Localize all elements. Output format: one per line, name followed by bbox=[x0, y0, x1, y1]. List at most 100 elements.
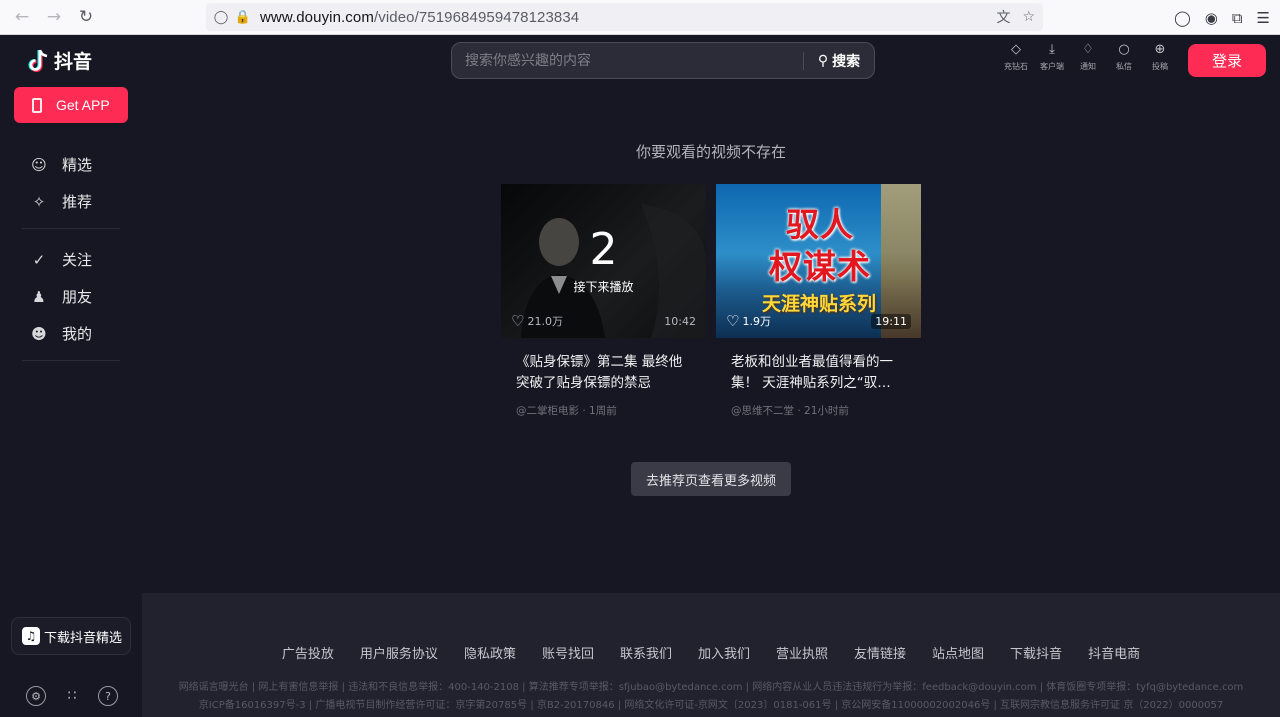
help-icon[interactable]: ? bbox=[98, 686, 118, 706]
thumbnail-subtitle: 天涯神贴系列 bbox=[761, 293, 876, 315]
sidebar-item-mine[interactable]: ☻ 我的 bbox=[22, 315, 120, 352]
back-icon[interactable]: ← bbox=[6, 1, 38, 33]
douyin-logo[interactable]: 抖音 bbox=[28, 47, 92, 74]
more-videos-button[interactable]: 去推荐页查看更多视频 bbox=[631, 462, 791, 496]
reload-icon[interactable]: ↻ bbox=[70, 1, 102, 33]
forward-icon[interactable]: → bbox=[38, 1, 70, 33]
video-time: 1周前 bbox=[589, 405, 617, 417]
get-app-button[interactable]: Get APP bbox=[14, 87, 128, 123]
video-title[interactable]: 老板和创业者最值得看的一集！ 天涯神贴系列之“驭… bbox=[716, 352, 921, 394]
thumbnail-headline: 驭人 bbox=[786, 205, 854, 244]
tool-upload[interactable]: ⊕ 投稿 bbox=[1145, 42, 1175, 72]
shield-icon[interactable]: ◯ bbox=[210, 10, 232, 25]
tool-client[interactable]: ⤓ 客户端 bbox=[1037, 42, 1067, 72]
follow-icon: ✓ bbox=[32, 250, 46, 269]
nav-group-primary: ☺ 精选 ✧ 推荐 bbox=[22, 146, 120, 220]
sidebar: 抖音 Get APP ☺ 精选 ✧ 推荐 ✓ 关注 ♟ 朋友 ☻ 我的 ♫ 下载… bbox=[0, 35, 142, 717]
tool-label: 私信 bbox=[1116, 62, 1132, 71]
thumbnail-stats: ♡ 1.9万 19:11 bbox=[726, 313, 911, 329]
footer-link[interactable]: 加入我们 bbox=[698, 643, 750, 662]
profile-icon: ☻ bbox=[31, 324, 47, 343]
search-input[interactable] bbox=[452, 43, 803, 78]
sidebar-item-featured[interactable]: ☺ 精选 bbox=[22, 146, 120, 183]
sidebar-item-label: 我的 bbox=[62, 325, 93, 343]
search-button-label: 搜索 bbox=[832, 53, 861, 70]
footer-legal-line: 网络谣言曝光台 | 网上有害信息举报 | 违法和不良信息举报：400-140-2… bbox=[178, 682, 1244, 693]
footer-link[interactable]: 下载抖音 bbox=[1010, 643, 1062, 662]
download-icon: ⤓ bbox=[1049, 42, 1055, 57]
sparkle-icon: ✧ bbox=[32, 192, 46, 211]
video-meta: @二掌柜电影 · 1周前 bbox=[501, 403, 706, 418]
video-card[interactable]: 驭人 权谋术 天涯神贴系列 ♡ 1.9万 19:11 老板和创业者最值得看的一集… bbox=[716, 184, 921, 418]
video-author[interactable]: @思维不二堂 bbox=[731, 405, 794, 417]
apps-grid-icon[interactable]: ∷ bbox=[62, 686, 82, 706]
video-thumbnail[interactable]: 驭人 权谋术 天涯神贴系列 ♡ 1.9万 19:11 bbox=[716, 184, 921, 338]
footer-links: 广告投放 用户服务协议 隐私政策 账号找回 联系我们 加入我们 营业执照 友情链… bbox=[142, 643, 1280, 662]
search-button[interactable]: ⚲ 搜索 bbox=[804, 43, 874, 78]
video-thumbnail[interactable]: 2 接下来播放 ♡ 21.0万 10:42 bbox=[501, 184, 706, 338]
login-button[interactable]: 登录 bbox=[1188, 44, 1266, 77]
browser-toolbar: ← → ↻ ◯ 🔒 www.douyin.com/video/751968495… bbox=[0, 0, 1280, 35]
account-icon[interactable]: ◉ bbox=[1205, 9, 1218, 27]
footer-link[interactable]: 账号找回 bbox=[542, 643, 594, 662]
tool-notifications[interactable]: ♢ 通知 bbox=[1073, 42, 1103, 72]
footer-link[interactable]: 站点地图 bbox=[932, 643, 984, 662]
video-meta: @思维不二堂 · 21小时前 bbox=[716, 403, 921, 418]
footer-link[interactable]: 联系我们 bbox=[620, 643, 672, 662]
footer-link[interactable]: 友情链接 bbox=[854, 643, 906, 662]
lock-icon[interactable]: 🔒 bbox=[232, 10, 254, 25]
extensions-icon[interactable]: ⧉ bbox=[1232, 9, 1243, 27]
url-bar[interactable]: ◯ 🔒 www.douyin.com/video/751968495947812… bbox=[206, 3, 1043, 31]
tool-label: 充钻石 bbox=[1004, 62, 1028, 71]
get-app-label: Get APP bbox=[56, 97, 110, 113]
sidebar-item-friends[interactable]: ♟ 朋友 bbox=[22, 278, 120, 315]
url-text: www.douyin.com/video/7519684959478123834 bbox=[260, 8, 580, 26]
translate-icon[interactable]: 文 bbox=[996, 7, 1010, 27]
footer-link[interactable]: 隐私政策 bbox=[464, 643, 516, 662]
search-icon: ⚲ bbox=[817, 52, 829, 69]
douyin-small-logo-icon: ♫ bbox=[22, 627, 40, 645]
sidebar-item-label: 朋友 bbox=[62, 288, 93, 306]
home-smile-icon: ☺ bbox=[31, 155, 47, 174]
thumbnail-stats: ♡ 21.0万 10:42 bbox=[511, 313, 696, 329]
video-not-found-message: 你要观看的视频不存在 bbox=[635, 143, 786, 161]
heart-icon: ♡ bbox=[511, 311, 525, 330]
like-count: ♡ 1.9万 bbox=[726, 313, 771, 329]
download-app-label: 下载抖音精选 bbox=[44, 630, 123, 646]
tool-label: 通知 bbox=[1080, 62, 1096, 71]
tool-recharge[interactable]: ◇ 充钻石 bbox=[1001, 42, 1031, 72]
sidebar-item-label: 推荐 bbox=[62, 193, 93, 211]
settings-icon[interactable]: ⚙ bbox=[26, 686, 46, 706]
logo-text: 抖音 bbox=[54, 51, 93, 73]
sidebar-divider bbox=[22, 360, 120, 361]
video-author[interactable]: @二掌柜电影 bbox=[516, 405, 579, 417]
download-app-button[interactable]: ♫ 下载抖音精选 bbox=[11, 617, 131, 655]
search-bar: ⚲ 搜索 bbox=[451, 42, 875, 79]
video-time: 21小时前 bbox=[804, 405, 849, 417]
sidebar-item-recommend[interactable]: ✧ 推荐 bbox=[22, 183, 120, 220]
video-card[interactable]: 2 接下来播放 ♡ 21.0万 10:42 《贴身保镖》第二集 最终他突破了贴身… bbox=[501, 184, 706, 418]
like-count-value: 21.0万 bbox=[527, 315, 563, 328]
sidebar-bottom-tools: ⚙ ∷ ? bbox=[26, 686, 118, 706]
pocket-icon[interactable]: ◯ bbox=[1174, 9, 1191, 27]
video-title[interactable]: 《贴身保镖》第二集 最终他突破了贴身保镖的禁忌 bbox=[501, 352, 706, 394]
bookmark-star-icon[interactable]: ☆ bbox=[1022, 9, 1035, 25]
upload-icon: ⊕ bbox=[1154, 42, 1166, 57]
footer-link[interactable]: 营业执照 bbox=[776, 643, 828, 662]
sidebar-item-label: 关注 bbox=[62, 251, 93, 269]
footer-link[interactable]: 抖音电商 bbox=[1088, 643, 1140, 662]
nav-group-social: ✓ 关注 ♟ 朋友 ☻ 我的 bbox=[22, 241, 120, 352]
tiktok-note-icon bbox=[28, 49, 48, 72]
autoplay-countdown: 2 bbox=[589, 224, 618, 275]
diamond-icon: ◇ bbox=[1011, 42, 1021, 57]
footer-link[interactable]: 广告投放 bbox=[282, 643, 334, 662]
menu-icon[interactable]: ☰ bbox=[1257, 9, 1270, 27]
sidebar-item-label: 精选 bbox=[62, 156, 93, 174]
autoplay-next-label: 接下来播放 bbox=[573, 280, 634, 294]
thumbnail-headline: 权谋术 bbox=[769, 247, 871, 286]
tool-messages[interactable]: ○ 私信 bbox=[1109, 42, 1139, 72]
footer-link[interactable]: 用户服务协议 bbox=[360, 643, 438, 662]
sidebar-item-follow[interactable]: ✓ 关注 bbox=[22, 241, 120, 278]
phone-icon bbox=[32, 97, 42, 113]
header-tools: ◇ 充钻石 ⤓ 客户端 ♢ 通知 ○ 私信 ⊕ 投稿 bbox=[1001, 42, 1175, 72]
